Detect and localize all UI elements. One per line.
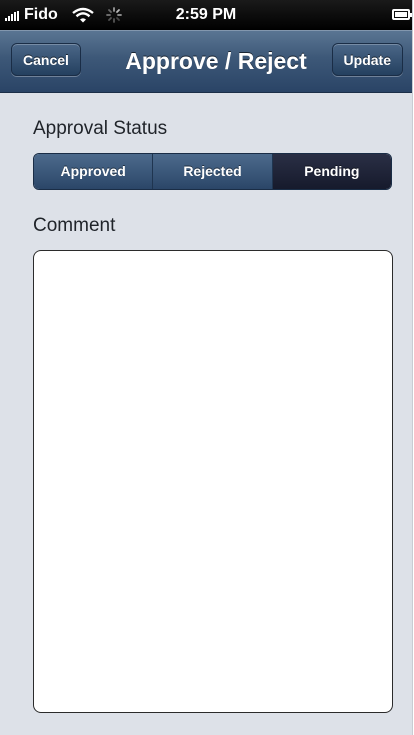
segment-pending[interactable]: Pending — [271, 154, 391, 189]
page-title: Approve / Reject — [125, 48, 307, 74]
segment-rejected[interactable]: Rejected — [152, 154, 272, 189]
approval-status-segmented-control: Approved Rejected Pending — [33, 153, 392, 190]
approval-status-label: Approval Status — [33, 118, 168, 139]
navigation-bar: Cancel Approve / Reject Update — [0, 30, 412, 93]
status-bar: Fido 2:59 PM — [0, 0, 412, 30]
update-button[interactable]: Update — [331, 43, 403, 76]
app-screen: Fido 2:59 PM Cancel Approve / Reject Upd… — [0, 0, 413, 735]
battery-icon — [392, 9, 412, 20]
status-time: 2:59 PM — [175, 6, 237, 23]
comment-label: Comment — [33, 215, 116, 236]
cancel-button[interactable]: Cancel — [11, 43, 81, 76]
segment-approved[interactable]: Approved — [34, 154, 153, 189]
comment-field[interactable] — [33, 250, 393, 713]
